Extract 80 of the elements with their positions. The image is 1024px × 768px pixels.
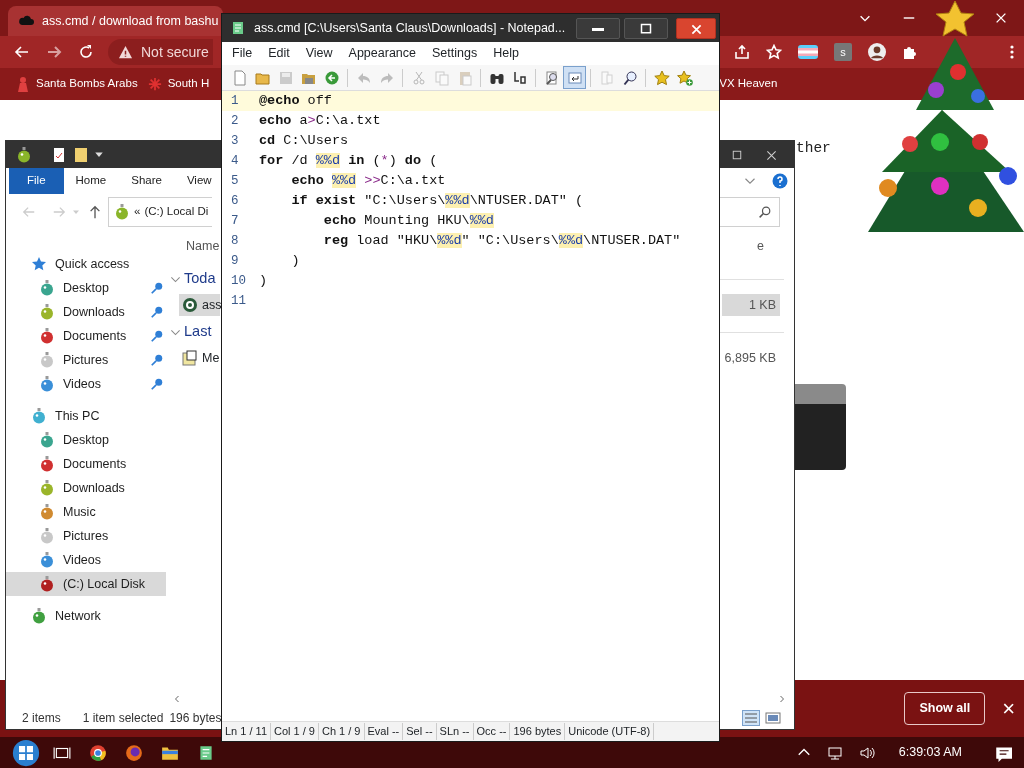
- ribbon-tab[interactable]: Share: [119, 168, 162, 194]
- status-text: SLn --: [436, 723, 474, 740]
- nav-item[interactable]: Videos: [6, 372, 166, 396]
- status-text: Unicode (UTF-8): [565, 723, 655, 740]
- nav-item[interactable]: Quick access: [6, 252, 166, 276]
- status-text: Ch 1 / 9: [318, 723, 365, 740]
- line-number: 9: [230, 253, 240, 270]
- line-number: 5: [230, 173, 240, 190]
- column-header[interactable]: Name: [186, 237, 220, 256]
- file-size: 1 KB: [722, 294, 780, 316]
- menu-item[interactable]: Edit: [260, 44, 298, 63]
- ribbon-tab[interactable]: View: [174, 168, 212, 194]
- bookmark-link[interactable]: Santa Bombs Arabs: [16, 75, 138, 93]
- browser-tab[interactable]: ass.cmd / download from bashu: [8, 6, 223, 36]
- code-line: cd C:\Users: [259, 132, 349, 150]
- code-line: echo a>C:\a.txt: [259, 112, 381, 130]
- nav-item[interactable]: (C:) Local Disk: [6, 572, 166, 596]
- nav-item[interactable]: Documents: [6, 324, 166, 348]
- status-text: 196 bytes: [510, 723, 566, 740]
- nav-item[interactable]: Desktop: [6, 276, 166, 300]
- line-number: 8: [230, 233, 240, 250]
- status-text: 196 bytes: [169, 710, 222, 727]
- code-line: @echo off: [259, 92, 332, 110]
- ribbon-tab[interactable]: File: [9, 168, 64, 194]
- nav-item[interactable]: Documents: [6, 452, 166, 476]
- tab-title: ass.cmd / download from bashu: [42, 12, 219, 30]
- line-number: 1: [230, 93, 240, 110]
- line-number: 3: [230, 133, 240, 150]
- line-number: 2: [230, 113, 240, 130]
- nav-item[interactable]: Desktop: [6, 428, 166, 452]
- address-field[interactable]: « (C:) Local Di: [108, 197, 212, 227]
- line-number: 10: [230, 273, 247, 290]
- show-all-button[interactable]: Show all: [904, 692, 986, 725]
- nav-item[interactable]: Music: [6, 500, 166, 524]
- code-line: if exist "C:\Users\%%d\NTUSER.DAT" (: [290, 192, 584, 210]
- menu-item[interactable]: Settings: [424, 44, 486, 63]
- nav-item[interactable]: This PC: [6, 404, 166, 428]
- page-text: ther: [796, 140, 831, 156]
- code-line: ): [259, 272, 268, 290]
- line-number: 4: [230, 153, 240, 170]
- line-number: 7: [230, 213, 240, 230]
- extension-button[interactable]: s: [834, 43, 852, 61]
- menu-item[interactable]: File: [224, 44, 261, 63]
- status-text: Sel --: [403, 723, 437, 740]
- code-line: ): [290, 252, 300, 270]
- status-text: Col 1 / 9: [271, 723, 319, 740]
- ribbon-tab[interactable]: Home: [63, 168, 107, 194]
- list-item[interactable]: Me: [179, 347, 220, 369]
- bookmark-link[interactable]: VX Heaven: [719, 75, 778, 93]
- menu-item[interactable]: Help: [485, 44, 527, 63]
- status-text: Eval --: [364, 723, 404, 740]
- nav-item[interactable]: Pictures: [6, 348, 166, 372]
- line-number: 11: [230, 293, 247, 310]
- status-text: 2 items: [22, 710, 61, 727]
- nav-item[interactable]: Pictures: [6, 524, 166, 548]
- code-line: echo Mounting HKU\%%d: [322, 212, 494, 230]
- group-header[interactable]: Last: [184, 321, 212, 343]
- group-header[interactable]: Toda: [184, 268, 216, 290]
- list-item[interactable]: ass: [179, 294, 220, 316]
- status-text: Occ --: [473, 723, 511, 740]
- window-title: ass.cmd [C:\Users\Santa Claus\Downloads] - Notepad...: [254, 19, 566, 37]
- code-line: reg load "HKU\%%d" "C:\Users\%%d\NTUSER.DAT": [322, 232, 681, 250]
- clock[interactable]: 6:39:03 AM: [898, 743, 962, 762]
- file-size: 6,895 KB: [723, 349, 777, 367]
- status-text: Ln 1 / 11: [222, 723, 271, 740]
- code-line: for /d %%d in (*) do (: [259, 152, 438, 170]
- status-text: 1 item selected: [82, 710, 164, 727]
- menu-item[interactable]: Appearance: [340, 44, 424, 63]
- close-button[interactable]: ×: [1001, 696, 1016, 721]
- bookmark-link[interactable]: South H: [147, 75, 210, 93]
- nav-item[interactable]: Network: [6, 604, 166, 628]
- nav-item[interactable]: Videos: [6, 548, 166, 572]
- nav-item[interactable]: Downloads: [6, 300, 166, 324]
- nav-item[interactable]: Downloads: [6, 476, 166, 500]
- address-bar[interactable]: Not secure: [108, 39, 213, 65]
- not-secure-label: Not secure: [141, 42, 209, 62]
- column-header[interactable]: e: [757, 237, 764, 256]
- line-number: 6: [230, 193, 240, 210]
- code-line: echo %%d >>C:\a.txt: [290, 172, 446, 190]
- menu-item[interactable]: View: [297, 44, 341, 63]
